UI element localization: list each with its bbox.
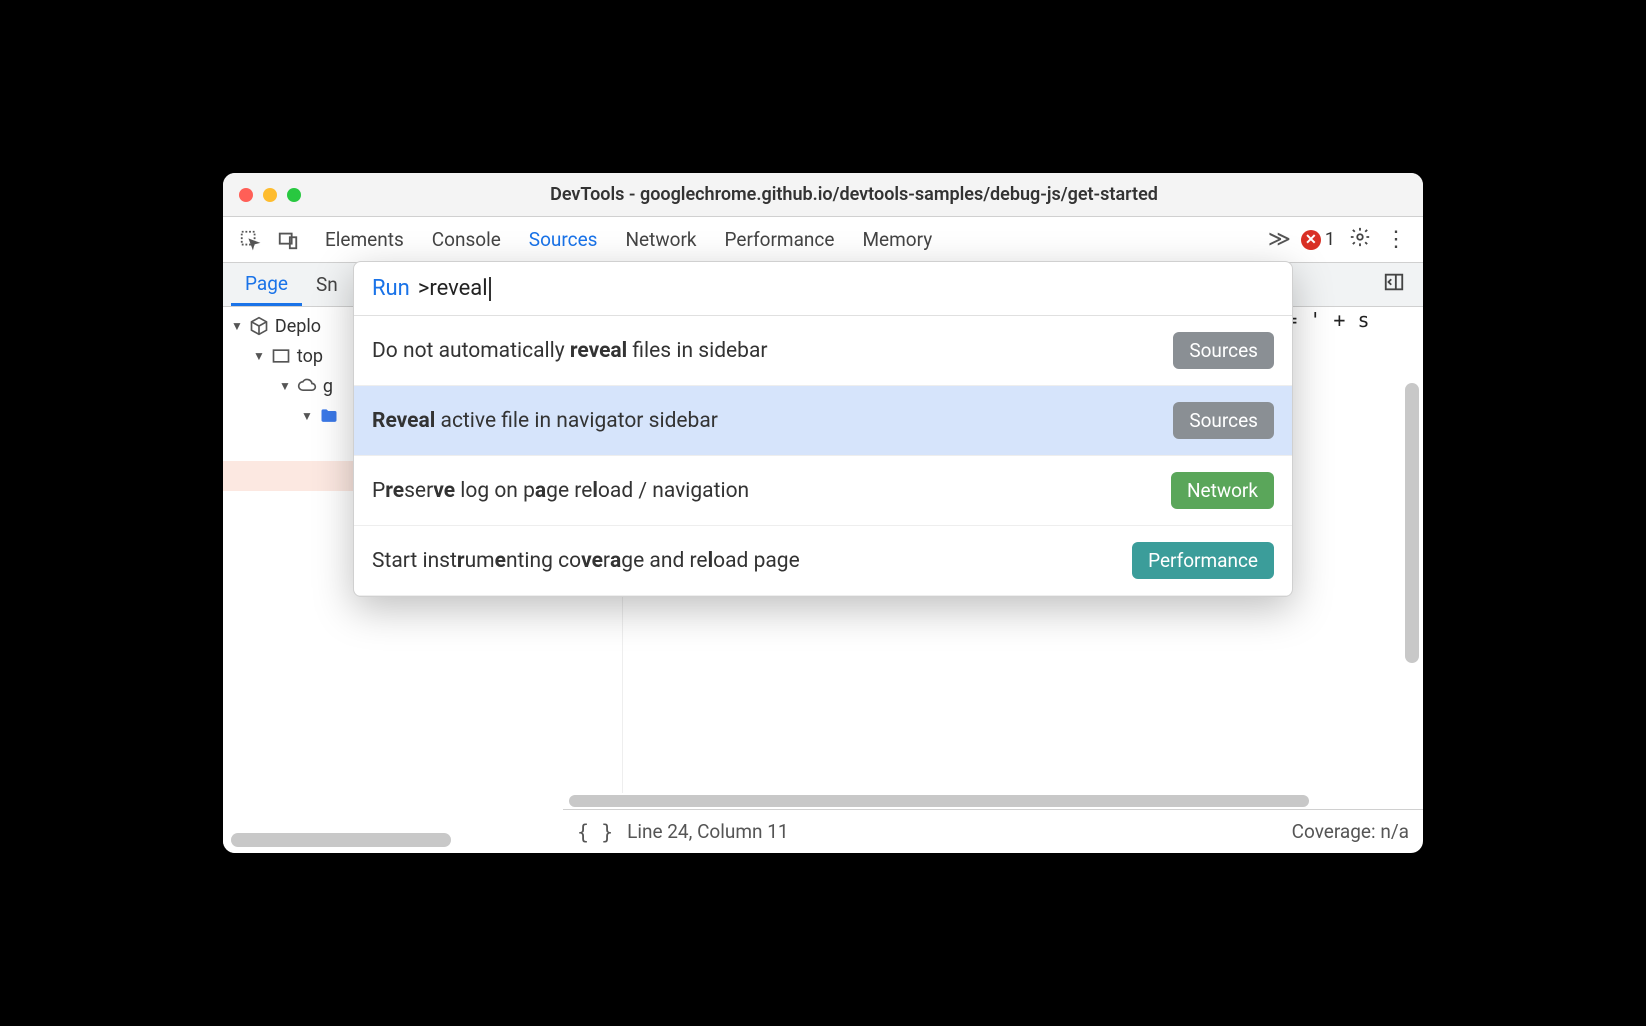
window-title: DevTools - googlechrome.github.io/devtoo… <box>301 184 1407 205</box>
tab-performance[interactable]: Performance <box>725 228 835 251</box>
command-menu-item[interactable]: Start instrumenting coverage and reload … <box>354 526 1292 596</box>
command-input[interactable]: Run >reveal <box>354 262 1292 316</box>
error-badge[interactable]: ✕ 1 <box>1301 229 1335 250</box>
command-item-label: Start instrumenting coverage and reload … <box>372 549 800 573</box>
command-item-label: Do not automatically reveal files in sid… <box>372 339 768 363</box>
minimize-button[interactable] <box>263 188 277 202</box>
device-toolbar-icon[interactable] <box>269 229 307 251</box>
tab-sources[interactable]: Sources <box>529 228 598 251</box>
tree-arrow-icon[interactable]: ▼ <box>231 319 243 333</box>
inspect-icon[interactable] <box>231 229 269 251</box>
subtab-snippets[interactable]: Sn <box>302 263 352 306</box>
tab-elements[interactable]: Elements <box>325 228 404 251</box>
tree-item-icon <box>319 405 339 427</box>
tree-arrow-icon[interactable]: ▼ <box>279 379 291 393</box>
command-menu-item[interactable]: Do not automatically reveal files in sid… <box>354 316 1292 386</box>
main-toolbar: Elements Console Sources Network Perform… <box>223 217 1423 263</box>
tree-item-label: top <box>297 346 323 367</box>
command-item-label: Reveal active file in navigator sidebar <box>372 409 718 433</box>
error-icon: ✕ <box>1301 230 1321 250</box>
tree-arrow-icon[interactable]: ▼ <box>301 409 313 423</box>
subtab-page[interactable]: Page <box>231 263 302 306</box>
panel-tabs: Elements Console Sources Network Perform… <box>325 228 932 251</box>
command-menu: Run >reveal Do not automatically reveal … <box>353 261 1293 597</box>
tab-memory[interactable]: Memory <box>862 228 932 251</box>
command-item-tag: Sources <box>1173 402 1274 439</box>
window-v-scrollbar[interactable] <box>1405 383 1419 663</box>
command-item-tag: Performance <box>1132 542 1274 579</box>
command-item-tag: Network <box>1171 472 1274 509</box>
tree-item-icon <box>249 315 269 337</box>
more-icon[interactable]: ⋮ <box>1385 227 1407 252</box>
coverage-status: Coverage: n/a <box>1292 820 1409 843</box>
maximize-button[interactable] <box>287 188 301 202</box>
tab-console[interactable]: Console <box>432 228 501 251</box>
statusbar: { } Line 24, Column 11 Coverage: n/a <box>563 809 1423 853</box>
pretty-print-icon[interactable]: { } <box>577 820 613 844</box>
sidebar-scrollbar[interactable] <box>231 833 451 847</box>
traffic-lights <box>239 188 301 202</box>
toggle-sidebar-icon[interactable] <box>1383 271 1415 298</box>
tree-item-label: g <box>323 376 333 397</box>
close-button[interactable] <box>239 188 253 202</box>
tree-arrow-icon[interactable]: ▼ <box>253 349 265 363</box>
tree-item-label: Deplo <box>275 316 321 337</box>
tree-item-icon <box>297 375 317 397</box>
more-tabs-icon[interactable]: ≫ <box>1268 227 1287 252</box>
editor-h-scrollbar[interactable] <box>563 793 1423 809</box>
tab-network[interactable]: Network <box>625 228 696 251</box>
command-menu-item[interactable]: Preserve log on page reload / navigation… <box>354 456 1292 526</box>
devtools-window: DevTools - googlechrome.github.io/devtoo… <box>223 173 1423 853</box>
titlebar: DevTools - googlechrome.github.io/devtoo… <box>223 173 1423 217</box>
command-menu-item[interactable]: Reveal active file in navigator sidebar S… <box>354 386 1292 456</box>
tree-item-icon <box>271 345 291 367</box>
settings-icon[interactable] <box>1349 226 1371 254</box>
command-item-tag: Sources <box>1173 332 1274 369</box>
command-item-label: Preserve log on page reload / navigation <box>372 479 749 503</box>
cursor-position: Line 24, Column 11 <box>627 820 788 843</box>
